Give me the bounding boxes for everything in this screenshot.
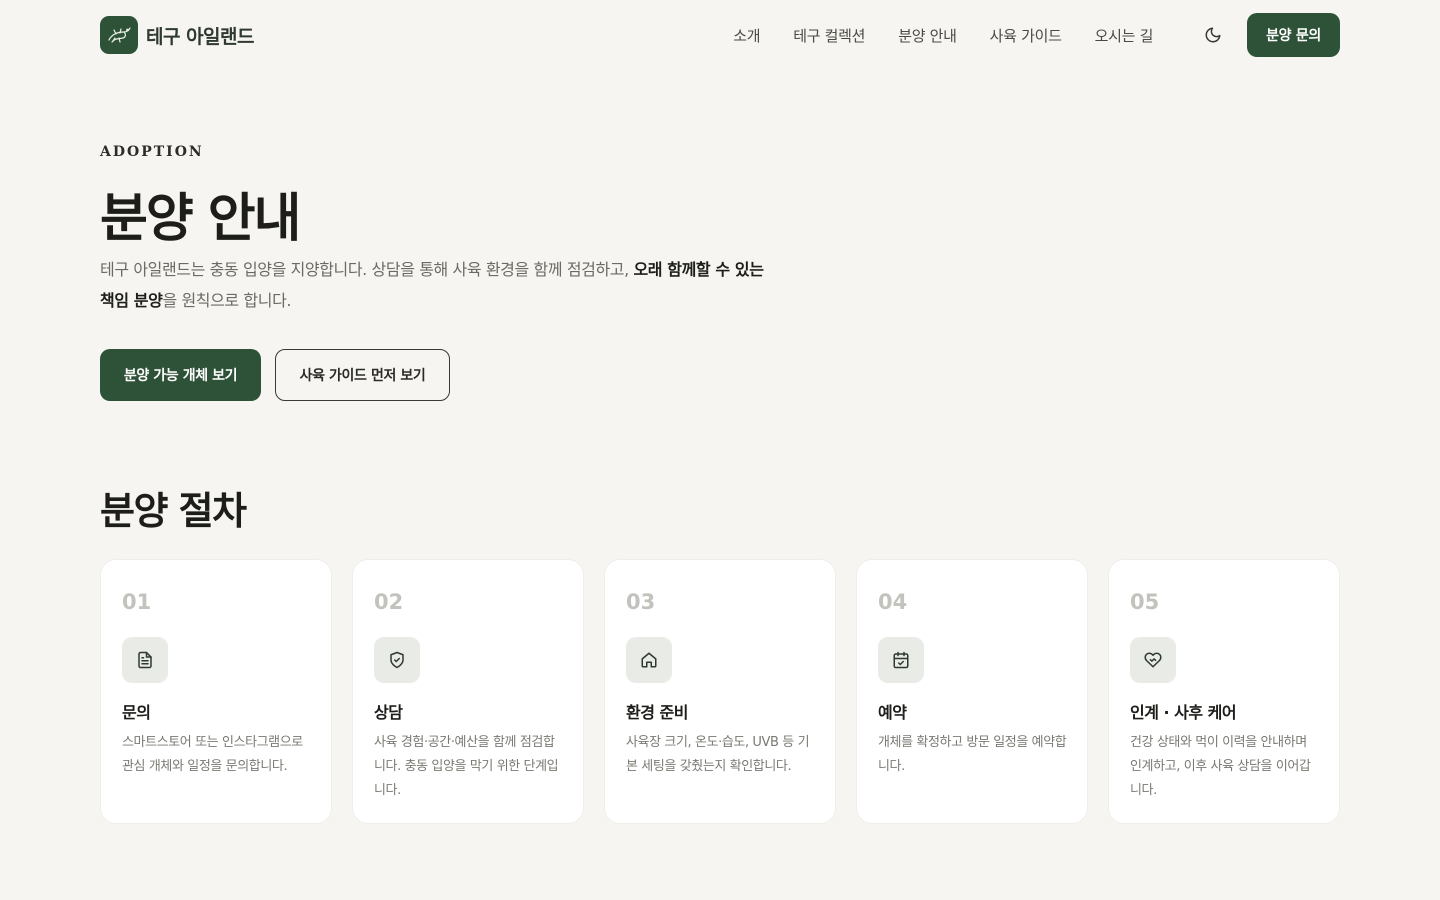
adoption-inquiry-button[interactable]: 분양 문의 — [1247, 13, 1340, 57]
moon-icon[interactable] — [1201, 23, 1225, 47]
hero-actions: 분양 가능 개체 보기 사육 가이드 먼저 보기 — [100, 349, 1340, 401]
hero-eyebrow: ADOPTION — [100, 144, 204, 160]
nav-item-about[interactable]: 소개 — [733, 25, 760, 46]
step-description: 스마트스토어 또는 인스타그램으로 관심 개체와 일정을 문의합니다. — [122, 735, 303, 774]
brand[interactable]: 테구 아일랜드 — [100, 16, 255, 54]
step-description: 개체를 확정하고 방문 일정을 예약합니다. — [878, 735, 1067, 774]
step-description: 사육 경험·공간·예산을 함께 점검합니다. 충동 입양을 막기 위한 단계입니… — [374, 735, 559, 798]
step-card: 05 인계 · 사후 케어 건강 상태와 먹이 이력을 안내하며 인계하고, 이… — [1108, 559, 1340, 824]
document-icon — [122, 637, 168, 683]
step-number: 03 — [626, 590, 656, 614]
step-number: 05 — [1130, 590, 1160, 614]
hero-description: 테구 아일랜드는 충동 입양을 지양합니다. 상담을 통해 사육 환경을 함께 … — [100, 254, 780, 316]
hero-desc-text-1: 테구 아일랜드는 충동 입양을 지양합니다. 상담을 통해 사육 환경을 함께 … — [100, 260, 634, 279]
nav-item-collection[interactable]: 테구 컬렉션 — [793, 25, 865, 46]
step-number: 01 — [122, 590, 152, 614]
home-icon — [626, 637, 672, 683]
step-title: 예약 — [878, 703, 907, 722]
step-card: 02 상담 사육 경험·공간·예산을 함께 점검합니다. 충동 입양을 막기 위… — [352, 559, 584, 824]
view-available-button[interactable]: 분양 가능 개체 보기 — [100, 349, 261, 401]
step-number: 04 — [878, 590, 908, 614]
step-title: 인계 · 사후 케어 — [1130, 703, 1237, 722]
nav-item-directions[interactable]: 오시는 길 — [1095, 25, 1154, 46]
lizard-logo-icon — [100, 16, 138, 54]
section-title: 분양 절차 — [100, 489, 247, 533]
step-title: 문의 — [122, 703, 151, 722]
page-title: 분양 안내 — [100, 189, 301, 249]
view-care-guide-button[interactable]: 사육 가이드 먼저 보기 — [275, 349, 450, 401]
step-card: 01 문의 스마트스토어 또는 인스타그램으로 관심 개체와 일정을 문의합니다… — [100, 559, 332, 824]
step-description: 사육장 크기, 온도·습도, UVB 등 기본 세팅을 갖췄는지 확인합니다. — [626, 735, 810, 774]
step-card: 04 예약 개체를 확정하고 방문 일정을 예약합니다. — [856, 559, 1088, 824]
handshake-heart-icon — [1130, 637, 1176, 683]
site-header: 테구 아일랜드 소개 테구 컬렉션 분양 안내 사육 가이드 오시는 길 분양 … — [100, 13, 1340, 57]
shield-check-icon — [374, 637, 420, 683]
step-description: 건강 상태와 먹이 이력을 안내하며 인계하고, 이후 사육 상담을 이어갑니다… — [1130, 735, 1311, 798]
brand-name: 테구 아일랜드 — [146, 25, 255, 48]
step-title: 상담 — [374, 703, 403, 722]
step-number: 02 — [374, 590, 404, 614]
nav-item-adoption[interactable]: 분양 안내 — [898, 25, 957, 46]
step-card: 03 환경 준비 사육장 크기, 온도·습도, UVB 등 기본 세팅을 갖췄는… — [604, 559, 836, 824]
nav-item-care-guide[interactable]: 사육 가이드 — [990, 25, 1062, 46]
process-steps: 01 문의 스마트스토어 또는 인스타그램으로 관심 개체와 일정을 문의합니다… — [100, 559, 1340, 824]
hero-desc-text-2: 을 원칙으로 합니다. — [162, 291, 292, 310]
main-nav: 소개 테구 컬렉션 분양 안내 사육 가이드 오시는 길 — [733, 25, 1153, 46]
step-title: 환경 준비 — [626, 703, 688, 722]
calendar-check-icon — [878, 637, 924, 683]
